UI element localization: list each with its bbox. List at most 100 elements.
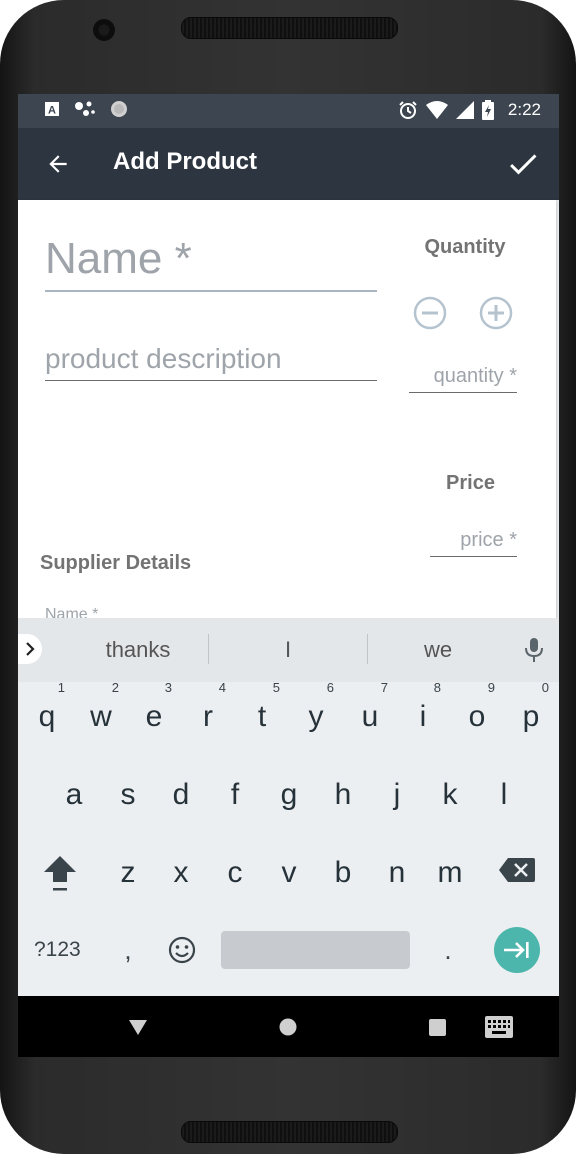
key-t[interactable]: t5: [236, 680, 288, 752]
key-hint: 2: [111, 680, 119, 695]
battery-charging-icon: [481, 100, 494, 120]
key-a[interactable]: a: [48, 760, 100, 830]
top-speaker: [181, 17, 398, 39]
next-key[interactable]: [494, 927, 540, 973]
key-hint: 0: [541, 680, 549, 695]
key-label: t: [257, 700, 267, 733]
plus-circle-icon[interactable]: [479, 296, 513, 330]
key-s[interactable]: s: [102, 760, 154, 830]
key-r[interactable]: r4: [182, 680, 234, 752]
space-key[interactable]: [221, 931, 410, 969]
comma-key[interactable]: ,: [118, 930, 138, 970]
phone-frame: A 2:22 Add Product Name * product descri…: [0, 0, 576, 1154]
check-icon: [510, 154, 537, 175]
shift-icon: [44, 856, 76, 891]
key-x[interactable]: x: [155, 838, 207, 908]
signal-icon: [455, 101, 474, 119]
key-label: u: [361, 700, 379, 733]
arrow-back-icon: [49, 155, 67, 173]
price-input[interactable]: [430, 524, 517, 557]
key-y[interactable]: y6: [290, 680, 342, 752]
key-hint: 7: [380, 680, 388, 695]
emoji-key[interactable]: [166, 930, 198, 970]
key-f[interactable]: f: [209, 760, 261, 830]
save-button[interactable]: [501, 142, 545, 186]
product-form: Quantity Price Supplier Details Name *: [18, 200, 556, 618]
key-z[interactable]: z: [102, 838, 154, 908]
key-hint: 8: [433, 680, 441, 695]
quantity-label: Quantity: [424, 236, 506, 258]
key-label: q: [38, 700, 56, 733]
key-hint: 5: [272, 680, 280, 695]
key-hint: 4: [218, 680, 226, 695]
supplier-details-heading: Supplier Details: [40, 552, 192, 574]
suggestion-1[interactable]: thanks: [68, 618, 208, 682]
key-c[interactable]: c: [209, 838, 261, 908]
key-b[interactable]: b: [317, 838, 369, 908]
screen: A 2:22 Add Product Name * product descri…: [18, 94, 559, 1057]
assistant-dots-icon: [75, 101, 95, 116]
key-i[interactable]: i8: [397, 680, 449, 752]
home-circle-icon[interactable]: [279, 1018, 297, 1036]
keyboard-switch-icon[interactable]: [485, 1016, 513, 1038]
product-description-input[interactable]: [45, 338, 377, 381]
backspace-icon: [499, 858, 535, 882]
microphone-icon[interactable]: [522, 636, 546, 664]
key-k[interactable]: k: [424, 760, 476, 830]
svg-text:A: A: [48, 105, 56, 117]
back-button[interactable]: [38, 144, 78, 184]
key-q[interactable]: q1: [21, 680, 73, 752]
recents-square-icon[interactable]: [429, 1019, 446, 1036]
suggestion-strip: thanks I we: [18, 618, 559, 682]
key-d[interactable]: d: [155, 760, 207, 830]
period-key[interactable]: .: [438, 930, 458, 970]
wifi-icon: [425, 101, 448, 119]
key-v[interactable]: v: [263, 838, 315, 908]
backspace-key[interactable]: [498, 856, 536, 884]
back-triangle-icon[interactable]: [128, 1018, 148, 1036]
chevron-right-icon: [26, 642, 35, 656]
key-j[interactable]: j: [371, 760, 423, 830]
key-label: p: [522, 700, 540, 733]
key-label: w: [90, 700, 112, 733]
key-n[interactable]: n: [371, 838, 423, 908]
key-label: i: [419, 700, 427, 733]
quantity-input[interactable]: [409, 360, 517, 393]
key-g[interactable]: g: [263, 760, 315, 830]
soft-keyboard: thanks I we q1 w2 e3 r4 t5 y6 u7 i8 o9 p: [18, 618, 559, 996]
key-hint: 6: [326, 680, 334, 695]
key-hint: 9: [487, 680, 495, 695]
suggestion-divider: [208, 634, 209, 664]
symbols-key[interactable]: ?123: [34, 930, 94, 970]
price-label: Price: [446, 472, 495, 494]
key-o[interactable]: o9: [451, 680, 503, 752]
tab-next-icon: [504, 942, 529, 958]
product-name-input[interactable]: [45, 228, 377, 292]
supplier-name-label: Name *: [45, 606, 99, 618]
key-hint: 1: [57, 680, 65, 695]
expand-suggestions-button[interactable]: [18, 634, 42, 664]
key-w[interactable]: w2: [75, 680, 127, 752]
key-u[interactable]: u7: [344, 680, 396, 752]
key-l[interactable]: l: [478, 760, 530, 830]
key-label: r: [203, 700, 213, 733]
key-m[interactable]: m: [424, 838, 476, 908]
app-toolbar: Add Product: [18, 128, 559, 200]
minus-circle-icon[interactable]: [413, 296, 447, 330]
suggestion-2[interactable]: I: [218, 618, 358, 682]
navigation-bar: [18, 996, 559, 1057]
status-bar: A 2:22: [18, 94, 559, 128]
emoji-icon: [168, 936, 196, 964]
bottom-speaker: [181, 1121, 398, 1143]
key-e[interactable]: e3: [128, 680, 180, 752]
front-camera: [93, 19, 115, 41]
shift-key[interactable]: [40, 850, 80, 894]
circle-notification-icon: [111, 101, 127, 117]
key-label: e: [145, 700, 163, 733]
alarm-icon: [399, 101, 417, 119]
status-time: 2:22: [507, 100, 541, 119]
key-h[interactable]: h: [317, 760, 369, 830]
suggestion-3[interactable]: we: [368, 618, 508, 682]
a-notification-icon: A: [45, 102, 59, 117]
key-p[interactable]: p0: [505, 680, 557, 752]
